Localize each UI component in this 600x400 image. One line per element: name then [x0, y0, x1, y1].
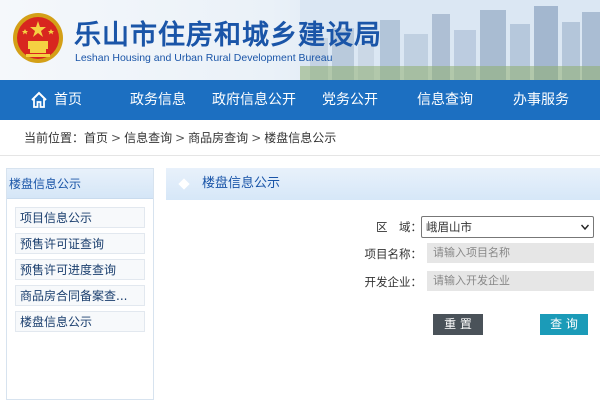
site-title: 乐山市住房和城乡建设局: [74, 20, 382, 51]
sidebar-item-property-info[interactable]: 楼盘信息公示: [15, 311, 145, 332]
breadcrumb-housing-query[interactable]: 商品房查询: [188, 131, 248, 145]
developer-row: 开发企业： 请输入开发企业: [166, 271, 600, 293]
main-nav: 首页 政务信息 政府信息公开 党务公开 信息查询 办事服务: [0, 80, 600, 120]
breadcrumb-info-query[interactable]: 信息查询: [124, 131, 172, 145]
breadcrumb-separator: >: [251, 131, 262, 145]
region-row: 区 域： 峨眉山市: [166, 216, 600, 238]
sidebar: 楼盘信息公示 项目信息公示 预售许可证查询 预售许可进度查询 商品房合同备案查.…: [6, 168, 154, 400]
site-subtitle: Leshan Housing and Urban Rural Developme…: [75, 52, 333, 64]
breadcrumb-current: 楼盘信息公示: [264, 131, 337, 145]
national-emblem-icon: [13, 13, 63, 63]
reset-button[interactable]: 重 置: [433, 314, 483, 335]
main-panel: 楼盘信息公示 区 域： 峨眉山市 项目名称： 请输入项目名称 开发企业： 请输入…: [166, 168, 600, 400]
project-name-input[interactable]: 请输入项目名称: [427, 243, 594, 263]
breadcrumb-home[interactable]: 首页: [84, 131, 108, 145]
project-name-label: 项目名称：: [364, 247, 423, 261]
nav-home[interactable]: 首页: [30, 80, 82, 120]
diamond-bullet-icon: [178, 178, 190, 190]
panel-title: 楼盘信息公示: [202, 176, 281, 191]
panel-header: 楼盘信息公示: [166, 168, 600, 200]
nav-home-label: 首页: [54, 92, 82, 108]
nav-item-services[interactable]: 办事服务: [513, 80, 569, 120]
region-select-value: 峨眉山市: [426, 220, 472, 234]
developer-label: 开发企业：: [364, 275, 423, 289]
nav-item-party-affairs[interactable]: 党务公开: [322, 80, 378, 120]
breadcrumb-separator: >: [175, 131, 186, 145]
breadcrumb-label: 当前位置：: [24, 131, 85, 145]
breadcrumb-separator: >: [111, 131, 122, 145]
nav-item-info-disclosure[interactable]: 政府信息公开: [212, 80, 296, 120]
nav-item-info-query[interactable]: 信息查询: [417, 80, 473, 120]
region-label: 区 域：: [376, 220, 422, 234]
query-button[interactable]: 查 询: [540, 314, 588, 335]
sidebar-item-presale-permit[interactable]: 预售许可证查询: [15, 233, 145, 254]
nav-item-government-info[interactable]: 政务信息: [130, 80, 186, 120]
developer-input[interactable]: 请输入开发企业: [427, 271, 594, 291]
region-select[interactable]: 峨眉山市: [421, 216, 594, 238]
sidebar-item-presale-progress[interactable]: 预售许可进度查询: [15, 259, 145, 280]
project-row: 项目名称： 请输入项目名称: [166, 243, 600, 265]
breadcrumb: 当前位置：首页 > 信息查询 > 商品房查询 > 楼盘信息公示: [0, 120, 600, 156]
sidebar-title: 楼盘信息公示: [7, 169, 153, 199]
sidebar-item-contract-filing[interactable]: 商品房合同备案查...: [15, 285, 145, 306]
header-banner: 乐山市住房和城乡建设局 Leshan Housing and Urban Rur…: [0, 0, 600, 80]
sidebar-list: 项目信息公示 预售许可证查询 预售许可进度查询 商品房合同备案查... 楼盘信息…: [7, 199, 153, 332]
home-icon: [31, 91, 47, 108]
sidebar-item-project-info[interactable]: 项目信息公示: [15, 207, 145, 228]
chevron-down-icon: [581, 224, 589, 231]
